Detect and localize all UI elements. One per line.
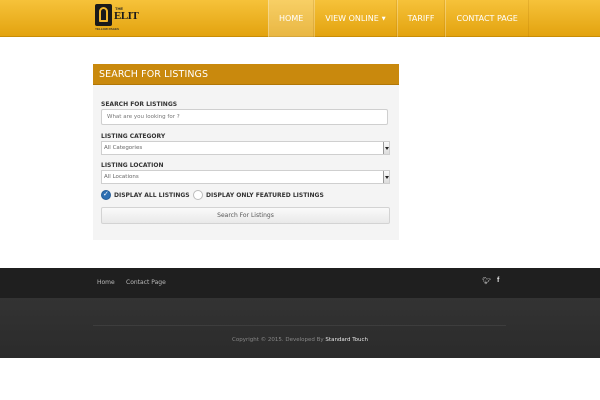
chevron-down-icon: ▼	[381, 15, 386, 22]
twitter-icon[interactable]: 🐦︎	[482, 277, 491, 285]
location-select-value: All Locations	[104, 174, 139, 180]
radio-featured-listings[interactable]	[193, 190, 203, 200]
site-header: THE ELIT YELLOW PAGES HOME VIEW ONLINE ▼…	[0, 0, 600, 37]
footer-divider	[93, 325, 506, 326]
site-logo[interactable]: THE ELIT YELLOW PAGES	[95, 4, 139, 32]
logo-mark-icon	[95, 4, 112, 26]
nav-item-view-online[interactable]: VIEW ONLINE ▼	[314, 0, 397, 37]
location-select[interactable]: All Locations	[101, 170, 390, 184]
radio-featured-label: DISPLAY ONLY FEATURED LISTINGS	[206, 192, 324, 199]
panel-header: SEARCH FOR LISTINGS	[93, 64, 399, 85]
footer-nav-bar: Home Contact Page 🐦︎ f	[0, 268, 600, 298]
search-listings-panel: SEARCH FOR LISTINGS SEARCH FOR LISTINGS …	[93, 64, 399, 240]
dropdown-arrow-icon[interactable]	[383, 142, 389, 154]
search-submit-button[interactable]: Search For Listings	[101, 207, 390, 224]
radio-all-listings[interactable]	[101, 190, 111, 200]
developer-link[interactable]: Standard Touch	[325, 337, 368, 343]
copyright-text: Copyright © 2015. Developed By Standard …	[0, 337, 600, 343]
footer-bottom: Copyright © 2015. Developed By Standard …	[0, 298, 600, 358]
category-select[interactable]: All Categories	[101, 141, 390, 155]
facebook-icon[interactable]: f	[497, 277, 499, 284]
footer-link-contact-page[interactable]: Contact Page	[126, 279, 166, 286]
copyright-prefix: Copyright © 2015. Developed By	[232, 337, 324, 343]
nav-item-home[interactable]: HOME	[268, 0, 315, 37]
nav-item-contact-page[interactable]: CONTACT PAGE	[445, 0, 529, 37]
footer-link-home[interactable]: Home	[97, 279, 115, 286]
category-select-value: All Categories	[104, 145, 143, 151]
panel-title: SEARCH FOR LISTINGS	[99, 69, 209, 80]
dropdown-arrow-icon[interactable]	[383, 171, 389, 183]
nav-item-label: CONTACT PAGE	[456, 14, 518, 23]
radio-all-label: DISPLAY ALL LISTINGS	[114, 192, 190, 199]
logo-name-text: ELIT	[114, 10, 139, 22]
nav-item-label: HOME	[279, 14, 304, 23]
keyword-label: SEARCH FOR LISTINGS	[101, 101, 178, 108]
logo-sub-text: YELLOW PAGES	[95, 27, 119, 31]
location-label: LISTING LOCATION	[101, 162, 164, 169]
nav-item-label: VIEW ONLINE	[325, 14, 379, 23]
nav-item-label: TARIFF	[407, 14, 435, 23]
category-label: LISTING CATEGORY	[101, 133, 166, 140]
main-nav: HOME VIEW ONLINE ▼ TARIFF CONTACT PAGE	[268, 0, 529, 37]
search-input[interactable]	[101, 109, 388, 125]
nav-item-tariff[interactable]: TARIFF	[396, 0, 446, 37]
